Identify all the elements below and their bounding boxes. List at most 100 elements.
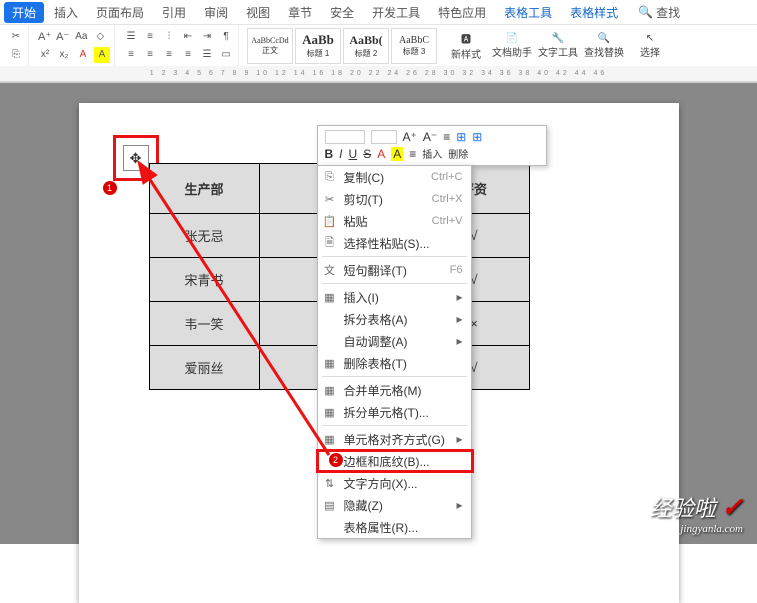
- ctx-cell-align[interactable]: ▦单元格对齐方式(G)▸: [318, 428, 471, 450]
- select-button[interactable]: ↖ 选择: [629, 26, 671, 66]
- change-case-icon[interactable]: Aa: [73, 29, 89, 45]
- tab-insert[interactable]: 插入: [46, 2, 86, 23]
- col-header-1[interactable]: 生产部: [149, 164, 259, 214]
- ctx-merge-cells[interactable]: ▦合并单元格(M): [318, 379, 471, 401]
- grp-styles: AaBbCcDd正文 AaBb标题 1 AaBb(标题 2 AaBbC标题 3: [243, 26, 441, 66]
- document-page[interactable]: ✥ 1 生产部 薪资 张无忌√ 宋青书√ 韦一笑× 爱丽丝√ A⁺ A⁻ ≡ ⊞…: [79, 103, 679, 603]
- chevron-right-icon: ▸: [456, 290, 462, 304]
- indent-inc-icon[interactable]: ⇥: [199, 29, 215, 45]
- ctx-split-table[interactable]: 拆分表格(A)▸: [318, 308, 471, 330]
- underline-icon[interactable]: U: [349, 147, 358, 161]
- superscript-icon[interactable]: x²: [37, 47, 53, 63]
- new-style-button[interactable]: 🅰 新样式: [445, 26, 487, 66]
- ctx-copy[interactable]: ⎘复制(C)Ctrl+C: [318, 166, 471, 188]
- cell-name-4[interactable]: 爱丽丝: [149, 346, 259, 390]
- tab-bar: 开始 插入 页面布局 引用 审阅 视图 章节 安全 开发工具 特色应用 表格工具…: [0, 0, 757, 24]
- font-shrink-icon[interactable]: A⁻: [423, 130, 437, 144]
- bold-icon[interactable]: B: [325, 147, 334, 161]
- doc-assist-icon: 📄: [506, 33, 518, 44]
- tab-review[interactable]: 审阅: [196, 2, 236, 23]
- ctx-separator: [322, 376, 467, 377]
- align-left-icon[interactable]: ≡: [123, 47, 139, 63]
- wrench-icon: 🔧: [552, 33, 564, 44]
- align-mini-icon[interactable]: ≡: [409, 147, 416, 161]
- mini-delete[interactable]: 删除: [448, 146, 468, 161]
- font-color-mini-icon[interactable]: A: [377, 147, 385, 161]
- tab-dev[interactable]: 开发工具: [364, 2, 428, 23]
- shading-icon[interactable]: ▭: [218, 47, 234, 63]
- new-style-icon: 🅰: [461, 31, 471, 46]
- clear-format-icon[interactable]: ◇: [92, 29, 108, 45]
- ctx-table-properties[interactable]: 表格属性(R)...: [318, 516, 471, 538]
- paste-special-icon: 🗎: [323, 234, 337, 253]
- ctx-insert[interactable]: ▦插入(I)▸: [318, 286, 471, 308]
- list-icon[interactable]: ≡: [443, 130, 450, 144]
- ctx-paste-special[interactable]: 🗎选择性粘贴(S)...: [318, 232, 471, 254]
- ctx-delete-table[interactable]: ▦删除表格(T): [318, 352, 471, 374]
- doc-assist-button[interactable]: 📄 文档助手: [491, 26, 533, 66]
- highlight-mini-icon[interactable]: A: [391, 147, 403, 161]
- para-settings-icon[interactable]: ¶: [218, 29, 234, 45]
- ctx-text-direction[interactable]: ⇅文字方向(X)...: [318, 472, 471, 494]
- ctx-split-cells[interactable]: ▦拆分单元格(T)...: [318, 401, 471, 423]
- font-select[interactable]: [325, 130, 365, 144]
- strike-icon[interactable]: S: [363, 147, 371, 161]
- search-icon: 🔍: [598, 33, 610, 44]
- tab-table-tools[interactable]: 表格工具: [496, 2, 560, 23]
- clipboard-icon: 📋: [323, 215, 337, 228]
- annotation-box-2: [316, 449, 474, 473]
- mini-insert[interactable]: 插入: [422, 146, 442, 161]
- tab-start[interactable]: 开始: [4, 2, 44, 23]
- search-command[interactable]: 🔍 查找: [638, 4, 680, 21]
- insert-icon: ▦: [323, 291, 337, 304]
- watermark: 经验啦 ✓ jingyanla.com: [650, 491, 743, 535]
- numbering-icon[interactable]: ≡: [142, 29, 158, 45]
- style-normal[interactable]: AaBbCcDd正文: [247, 28, 293, 64]
- ctx-translate[interactable]: 文短句翻译(T)F6: [318, 259, 471, 281]
- style-h2[interactable]: AaBb(标题 2: [343, 28, 389, 64]
- cut-icon[interactable]: ✂: [8, 29, 24, 45]
- tab-layout[interactable]: 页面布局: [88, 2, 152, 23]
- tab-view[interactable]: 视图: [238, 2, 278, 23]
- highlight-icon[interactable]: A: [94, 47, 110, 63]
- style-h3[interactable]: AaBbC标题 3: [391, 28, 437, 64]
- tab-refs[interactable]: 引用: [154, 2, 194, 23]
- table-grid2-icon[interactable]: ⊞: [472, 130, 482, 144]
- font-color-icon[interactable]: A: [75, 47, 91, 63]
- align-justify-icon[interactable]: ≡: [180, 47, 196, 63]
- style-h1[interactable]: AaBb标题 1: [295, 28, 341, 64]
- ruler[interactable]: 1 2 3 4 5 6 7 8 9 10 12 14 16 18 20 22 2…: [0, 66, 757, 82]
- search-icon: 🔍: [638, 5, 653, 19]
- table-grid-icon[interactable]: ⊞: [456, 130, 466, 144]
- ctx-auto-resize[interactable]: 自动调整(A)▸: [318, 330, 471, 352]
- font-size-up[interactable]: A⁺: [37, 29, 52, 45]
- copy-icon[interactable]: ⎘: [8, 47, 24, 63]
- font-size-down[interactable]: A⁻: [55, 29, 70, 45]
- tab-special[interactable]: 特色应用: [430, 2, 494, 23]
- cell-name-3[interactable]: 韦一笑: [149, 302, 259, 346]
- tab-safety[interactable]: 安全: [322, 2, 362, 23]
- font-grow-icon[interactable]: A⁺: [403, 130, 417, 144]
- find-replace-button[interactable]: 🔍 查找替换: [583, 26, 625, 66]
- multilevel-icon[interactable]: ⫶: [161, 29, 177, 45]
- subscript-icon[interactable]: x₂: [56, 47, 72, 63]
- bullets-icon[interactable]: ☰: [123, 29, 139, 45]
- line-spacing-icon[interactable]: ☰: [199, 47, 215, 63]
- ctx-separator: [322, 256, 467, 257]
- ctx-hide[interactable]: ▤隐藏(Z)▸: [318, 494, 471, 516]
- ribbon-toolbar: ✂ ⎘ A⁺ A⁻ Aa ◇ x² x₂ A A ☰ ≡ ⫶ ⇤ ⇥: [0, 24, 757, 66]
- ctx-cut[interactable]: ✂剪切(T)Ctrl+X: [318, 188, 471, 210]
- text-tools-button[interactable]: 🔧 文字工具: [537, 26, 579, 66]
- tab-sections[interactable]: 章节: [280, 2, 320, 23]
- tab-table-style[interactable]: 表格样式: [562, 2, 626, 23]
- ctx-paste[interactable]: 📋粘贴Ctrl+V: [318, 210, 471, 232]
- italic-icon[interactable]: I: [339, 147, 342, 161]
- delete-table-icon: ▦: [323, 357, 337, 370]
- align-center-icon[interactable]: ≡: [142, 47, 158, 63]
- cell-name-1[interactable]: 张无忌: [149, 214, 259, 258]
- indent-dec-icon[interactable]: ⇤: [180, 29, 196, 45]
- cell-name-2[interactable]: 宋青书: [149, 258, 259, 302]
- align-right-icon[interactable]: ≡: [161, 47, 177, 63]
- ctx-separator: [322, 283, 467, 284]
- font-size-select[interactable]: [371, 130, 397, 144]
